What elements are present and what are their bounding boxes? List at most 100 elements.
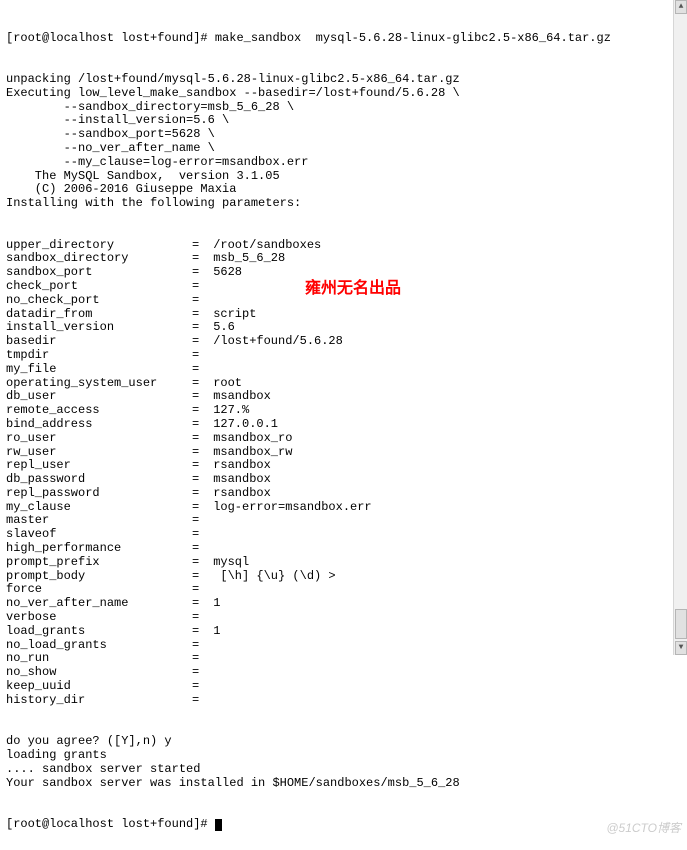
param-key: no_load_grants xyxy=(6,639,192,653)
param-key: master xyxy=(6,514,192,528)
param-row: operating_system_user= root xyxy=(6,377,681,391)
output-line: Executing low_level_make_sandbox --based… xyxy=(6,87,681,101)
param-value: log-error=msandbox.err xyxy=(206,501,372,515)
param-row: install_version= 5.6 xyxy=(6,321,681,335)
param-key: verbose xyxy=(6,611,192,625)
param-row: tmpdir= xyxy=(6,349,681,363)
param-value: msb_5_6_28 xyxy=(206,252,285,266)
param-key: no_check_port xyxy=(6,294,192,308)
param-value xyxy=(206,528,213,542)
equals-sign: = xyxy=(192,308,206,322)
equals-sign: = xyxy=(192,514,206,528)
param-key: remote_access xyxy=(6,404,192,418)
param-value xyxy=(206,666,213,680)
param-key: history_dir xyxy=(6,694,192,708)
equals-sign: = xyxy=(192,349,206,363)
param-key: db_password xyxy=(6,473,192,487)
param-row: master= xyxy=(6,514,681,528)
param-key: repl_user xyxy=(6,459,192,473)
equals-sign: = xyxy=(192,294,206,308)
output-line: --no_ver_after_name \ xyxy=(6,142,681,156)
equals-sign: = xyxy=(192,404,206,418)
equals-sign: = xyxy=(192,694,206,708)
param-row: datadir_from= script xyxy=(6,308,681,322)
param-key: prompt_prefix xyxy=(6,556,192,570)
param-value: 1 xyxy=(206,625,220,639)
param-key: basedir xyxy=(6,335,192,349)
cursor xyxy=(215,819,222,831)
equals-sign: = xyxy=(192,556,206,570)
param-value xyxy=(206,694,213,708)
param-value xyxy=(206,639,213,653)
param-row: force= xyxy=(6,583,681,597)
param-row: history_dir= xyxy=(6,694,681,708)
param-value xyxy=(206,280,213,294)
param-row: sandbox_port= 5628 xyxy=(6,266,681,280)
param-row: keep_uuid= xyxy=(6,680,681,694)
equals-sign: = xyxy=(192,611,206,625)
output-line: .... sandbox server started xyxy=(6,763,681,777)
param-value: msandbox_rw xyxy=(206,446,292,460)
param-key: sandbox_port xyxy=(6,266,192,280)
param-key: my_file xyxy=(6,363,192,377)
param-key: no_ver_after_name xyxy=(6,597,192,611)
param-row: no_load_grants= xyxy=(6,639,681,653)
scroll-down-arrow[interactable]: ▼ xyxy=(675,641,687,655)
equals-sign: = xyxy=(192,418,206,432)
scroll-thumb[interactable] xyxy=(675,609,687,639)
param-row: ro_user= msandbox_ro xyxy=(6,432,681,446)
param-key: prompt_body xyxy=(6,570,192,584)
param-value: script xyxy=(206,308,256,322)
equals-sign: = xyxy=(192,625,206,639)
equals-sign: = xyxy=(192,390,206,404)
param-value xyxy=(206,514,213,528)
param-value: 127.% xyxy=(206,404,249,418)
output-line: (C) 2006-2016 Giuseppe Maxia xyxy=(6,183,681,197)
param-key: rw_user xyxy=(6,446,192,460)
output-line: do you agree? ([Y],n) y xyxy=(6,735,681,749)
equals-sign: = xyxy=(192,266,206,280)
equals-sign: = xyxy=(192,528,206,542)
command-line: [root@localhost lost+found]# make_sandbo… xyxy=(6,32,681,46)
equals-sign: = xyxy=(192,252,206,266)
param-row: slaveof= xyxy=(6,528,681,542)
param-value xyxy=(206,611,213,625)
param-key: tmpdir xyxy=(6,349,192,363)
output-line: The MySQL Sandbox, version 3.1.05 xyxy=(6,170,681,184)
equals-sign: = xyxy=(192,639,206,653)
param-value xyxy=(206,363,213,377)
param-key: ro_user xyxy=(6,432,192,446)
param-key: high_performance xyxy=(6,542,192,556)
equals-sign: = xyxy=(192,487,206,501)
param-row: verbose= xyxy=(6,611,681,625)
scroll-up-arrow[interactable]: ▲ xyxy=(675,0,687,14)
param-value: msandbox xyxy=(206,473,271,487)
param-row: my_file= xyxy=(6,363,681,377)
equals-sign: = xyxy=(192,377,206,391)
shell-prompt[interactable]: [root@localhost lost+found]# xyxy=(6,818,681,832)
param-key: sandbox_directory xyxy=(6,252,192,266)
param-value: /root/sandboxes xyxy=(206,239,321,253)
param-row: remote_access= 127.% xyxy=(6,404,681,418)
terminal-output: [root@localhost lost+found]# make_sandbo… xyxy=(6,4,681,846)
param-value: /lost+found/5.6.28 xyxy=(206,335,343,349)
param-value xyxy=(206,542,213,556)
equals-sign: = xyxy=(192,432,206,446)
output-line: --my_clause=log-error=msandbox.err xyxy=(6,156,681,170)
param-key: no_show xyxy=(6,666,192,680)
param-row: db_password= msandbox xyxy=(6,473,681,487)
equals-sign: = xyxy=(192,280,206,294)
param-row: my_clause= log-error=msandbox.err xyxy=(6,501,681,515)
equals-sign: = xyxy=(192,570,206,584)
output-line: Your sandbox server was installed in $HO… xyxy=(6,777,681,791)
equals-sign: = xyxy=(192,501,206,515)
param-row: repl_user= rsandbox xyxy=(6,459,681,473)
param-row: load_grants= 1 xyxy=(6,625,681,639)
output-line: --install_version=5.6 \ xyxy=(6,114,681,128)
equals-sign: = xyxy=(192,446,206,460)
param-value: mysql xyxy=(206,556,249,570)
param-row: upper_directory= /root/sandboxes xyxy=(6,239,681,253)
param-row: no_ver_after_name= 1 xyxy=(6,597,681,611)
vertical-scrollbar[interactable]: ▲ ▼ xyxy=(673,0,687,655)
param-row: rw_user= msandbox_rw xyxy=(6,446,681,460)
